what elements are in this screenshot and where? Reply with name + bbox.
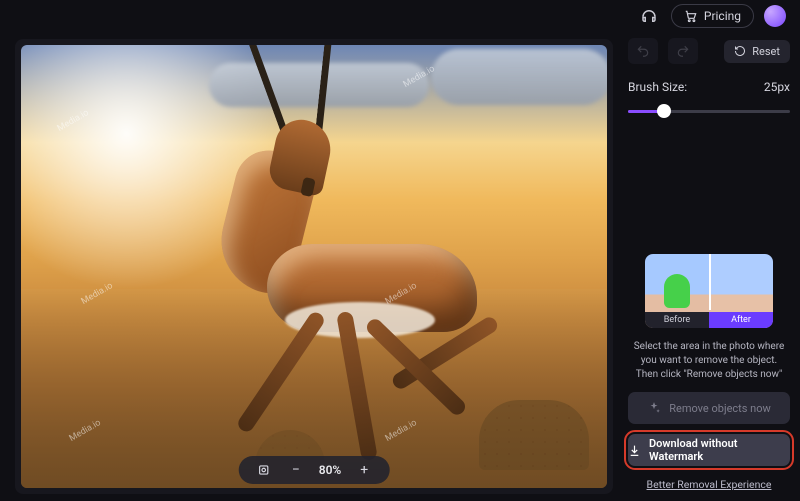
reset-label: Reset (752, 45, 780, 58)
pricing-button[interactable]: Pricing (671, 4, 754, 28)
remove-objects-label: Remove objects now (669, 402, 771, 415)
avatar[interactable] (764, 5, 786, 27)
pricing-label: Pricing (704, 9, 741, 23)
reset-icon (734, 45, 746, 57)
canvas-area: ✕ Media.io Media.io Media.io Media.io Me… (0, 32, 620, 501)
better-removal-link[interactable]: Better Removal Experience (628, 478, 790, 491)
reset-button[interactable]: Reset (724, 40, 790, 63)
fit-screen-icon[interactable] (255, 461, 273, 479)
brush-size-value: 25px (764, 80, 790, 94)
instruction-text: Select the area in the photo where you w… (628, 338, 790, 382)
zoom-out-button[interactable]: − (287, 461, 305, 479)
redo-button[interactable] (668, 38, 698, 64)
brush-size-label: Brush Size: (628, 80, 687, 94)
zoom-value: 80% (319, 463, 342, 477)
headset-icon[interactable] (637, 4, 661, 28)
zoom-control: − 80% + (239, 456, 390, 484)
remove-objects-button[interactable]: Remove objects now (628, 392, 790, 424)
download-icon (628, 444, 641, 457)
preview-before-label: Before (645, 312, 709, 328)
sparkle-icon (647, 401, 661, 415)
zoom-in-button[interactable]: + (355, 461, 373, 479)
editing-image[interactable]: Media.io Media.io Media.io Media.io Medi… (21, 45, 607, 488)
download-label: Download without Watermark (649, 437, 790, 463)
cart-icon (684, 9, 698, 23)
preview-after-label: After (709, 312, 773, 328)
download-without-watermark-button[interactable]: Download without Watermark (628, 434, 790, 466)
sidebar: Reset Brush Size: 25px Bef (620, 32, 800, 501)
before-after-preview: Before After (645, 254, 773, 328)
watermark: Media.io (56, 108, 91, 134)
brush-size-slider[interactable] (628, 104, 790, 118)
undo-button[interactable] (628, 38, 658, 64)
